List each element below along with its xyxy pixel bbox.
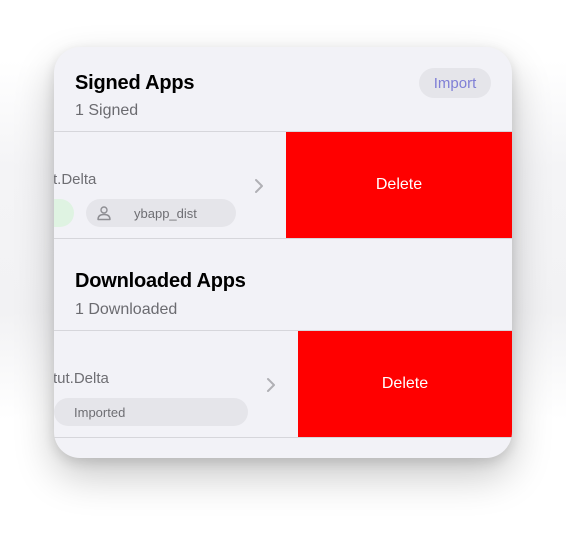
chevron-right-icon <box>267 378 275 392</box>
delete-signed-app-button[interactable]: Delete <box>286 132 512 238</box>
downloaded-apps-header: Downloaded Apps 1 Downloaded <box>54 239 512 329</box>
signed-apps-header: Signed Apps 1 Signed Import <box>54 47 512 131</box>
certificate-user-label: ybapp_dist <box>134 205 197 221</box>
certificate-user-chip: ybapp_dist <box>86 199 236 227</box>
person-icon <box>97 206 111 221</box>
import-button[interactable]: Import <box>419 68 491 98</box>
signed-status-chip <box>54 199 74 227</box>
signed-apps-count: 1 Signed <box>75 102 139 119</box>
app-bundle-name: t.Delta <box>54 171 97 188</box>
apps-sheet: Signed Apps 1 Signed Import t.Delta ybap… <box>54 47 512 458</box>
divider <box>54 437 512 438</box>
downloaded-apps-title: Downloaded Apps <box>75 270 246 292</box>
signed-apps-title: Signed Apps <box>75 72 195 94</box>
delete-downloaded-app-button[interactable]: Delete <box>298 331 512 437</box>
signed-app-row[interactable]: t.Delta ybapp_dist Delete <box>54 132 512 238</box>
chevron-right-icon <box>255 179 263 193</box>
imported-status-chip: Imported <box>54 398 248 426</box>
downloaded-apps-count: 1 Downloaded <box>75 301 178 318</box>
downloaded-app-row[interactable]: tut.Delta Imported Delete <box>54 331 512 437</box>
app-bundle-name: tut.Delta <box>54 370 109 387</box>
